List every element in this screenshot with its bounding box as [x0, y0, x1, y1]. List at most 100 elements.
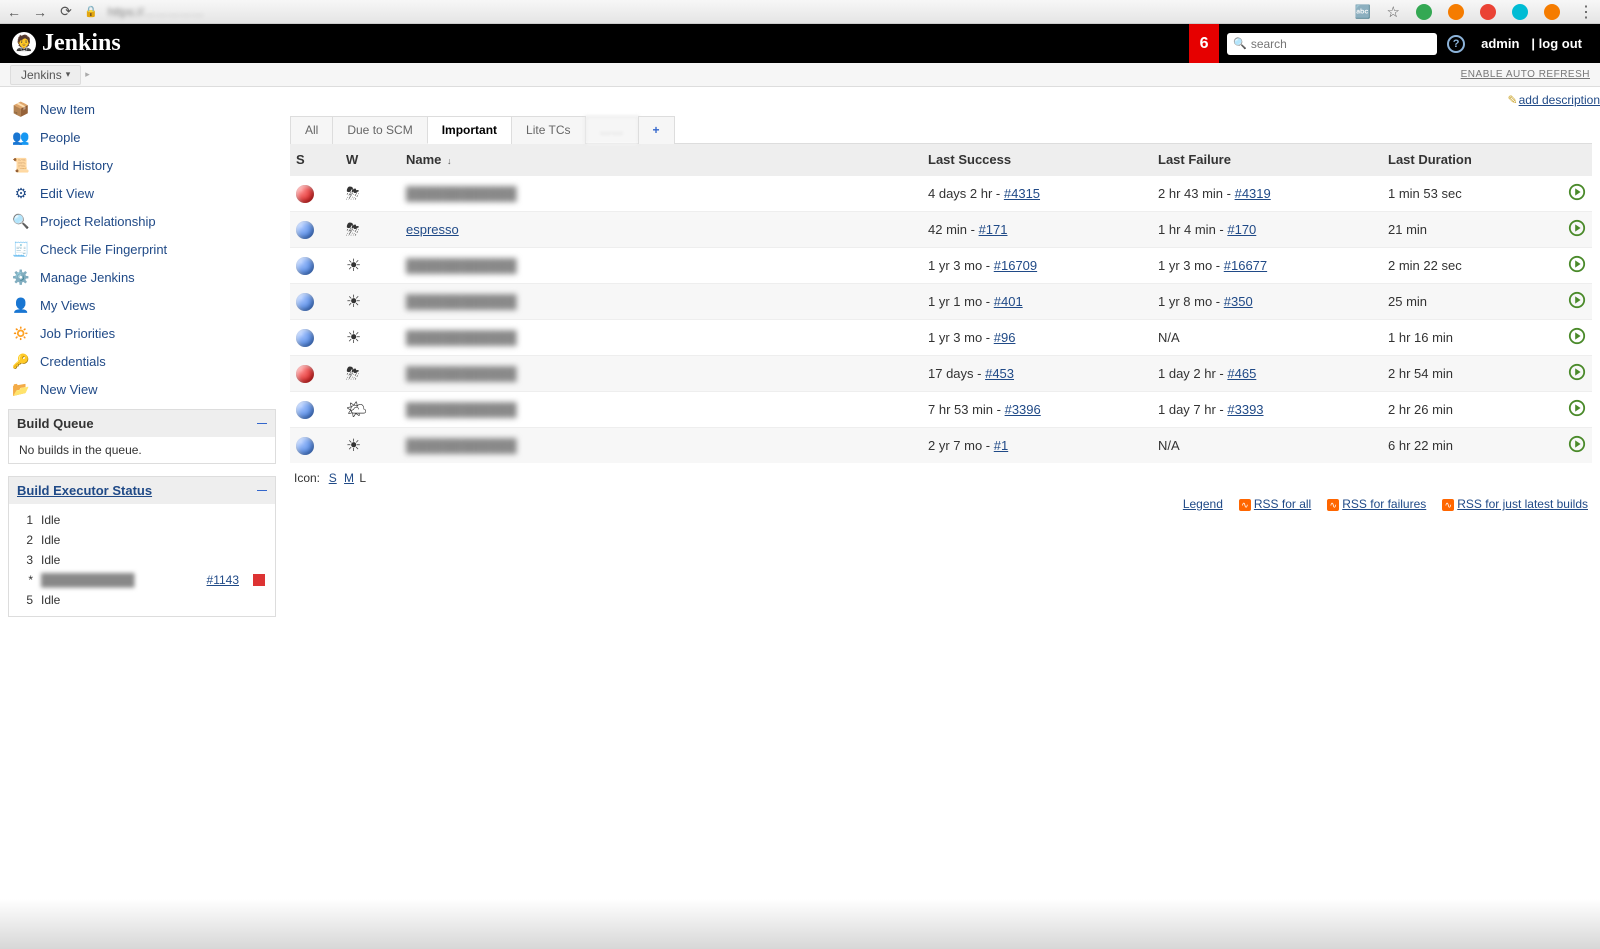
- profile-avatar-icon[interactable]: [1544, 4, 1560, 20]
- build-link[interactable]: #3396: [1005, 402, 1041, 417]
- schedule-build-icon[interactable]: [1568, 255, 1586, 273]
- schedule-build-icon[interactable]: [1568, 291, 1586, 309]
- col-last-failure[interactable]: Last Failure: [1152, 144, 1382, 176]
- build-link[interactable]: #16677: [1224, 258, 1267, 273]
- build-link[interactable]: #401: [994, 294, 1023, 309]
- collapse-icon[interactable]: —: [257, 418, 267, 429]
- status-orb-red: [296, 185, 314, 203]
- alerts-badge[interactable]: 6: [1189, 24, 1219, 63]
- extension-icon[interactable]: [1416, 4, 1432, 20]
- sidebar-item[interactable]: 🔍Project Relationship: [8, 207, 282, 235]
- col-name[interactable]: Name ↓: [400, 144, 922, 176]
- build-link[interactable]: #1: [994, 438, 1008, 453]
- auto-refresh-link[interactable]: ENABLE AUTO REFRESH: [1461, 69, 1590, 80]
- forward-icon[interactable]: →: [32, 4, 48, 20]
- sidebar-item[interactable]: 🔑Credentials: [8, 347, 282, 375]
- job-name-blurred[interactable]: ████████████: [406, 186, 517, 201]
- build-link[interactable]: #171: [979, 222, 1008, 237]
- reload-icon[interactable]: ⟳: [58, 3, 74, 20]
- icon-size-s[interactable]: S: [329, 471, 337, 485]
- sidebar-item[interactable]: ⚙️Manage Jenkins: [8, 263, 282, 291]
- build-link[interactable]: #453: [985, 366, 1014, 381]
- job-name-blurred[interactable]: ████████████: [406, 366, 517, 381]
- schedule-build-icon[interactable]: [1568, 435, 1586, 453]
- job-name-blurred[interactable]: ████████████: [406, 294, 517, 309]
- sidebar-item[interactable]: 🧾Check File Fingerprint: [8, 235, 282, 263]
- add-description[interactable]: ✎add description: [1508, 93, 1600, 107]
- schedule-build-icon[interactable]: [1568, 219, 1586, 237]
- sidebar-item[interactable]: ⚙Edit View: [8, 179, 282, 207]
- status-orb-blue: [296, 437, 314, 455]
- page-footer-shadow: [0, 899, 1600, 949]
- search-input[interactable]: [1251, 37, 1431, 51]
- breadcrumb-root[interactable]: Jenkins ▾: [10, 65, 81, 85]
- rss-failures-link[interactable]: RSS for failures: [1342, 497, 1426, 511]
- job-name-link[interactable]: espresso: [406, 222, 459, 237]
- browser-menu-icon[interactable]: ⋮: [1578, 2, 1594, 22]
- col-status[interactable]: S: [290, 144, 340, 176]
- executor-title[interactable]: Build Executor Status: [17, 483, 152, 498]
- chevron-down-icon: ▾: [66, 69, 71, 80]
- build-link[interactable]: #350: [1224, 294, 1253, 309]
- status-orb-blue: [296, 401, 314, 419]
- job-name-blurred[interactable]: ████████████: [406, 258, 517, 273]
- build-link[interactable]: #3393: [1227, 402, 1263, 417]
- extension-icon[interactable]: [1448, 4, 1464, 20]
- translate-icon[interactable]: 🔤: [1355, 4, 1371, 20]
- build-link[interactable]: #96: [994, 330, 1016, 345]
- executor-build-link[interactable]: #1143: [207, 573, 239, 587]
- job-name-blurred[interactable]: ████████████: [406, 330, 517, 345]
- view-tab[interactable]: Important: [427, 116, 512, 144]
- schedule-build-icon[interactable]: [1568, 363, 1586, 381]
- col-last-success[interactable]: Last Success: [922, 144, 1152, 176]
- extension-icon[interactable]: [1480, 4, 1496, 20]
- extension-icon[interactable]: [1512, 4, 1528, 20]
- add-description-link[interactable]: add description: [1519, 93, 1600, 107]
- view-tab[interactable]: ……: [585, 116, 639, 144]
- back-icon[interactable]: ←: [6, 4, 22, 20]
- icon-size-m[interactable]: M: [344, 471, 354, 485]
- build-link[interactable]: #4315: [1004, 186, 1040, 201]
- tab-add[interactable]: +: [638, 116, 675, 144]
- sidebar-item[interactable]: 📂New View: [8, 375, 282, 403]
- schedule-build-icon[interactable]: [1568, 183, 1586, 201]
- jenkins-logo[interactable]: 🤵 Jenkins: [12, 30, 121, 57]
- sidebar-item-label: My Views: [40, 298, 95, 313]
- help-icon[interactable]: ?: [1447, 35, 1465, 53]
- legend-link[interactable]: Legend: [1183, 497, 1223, 511]
- collapse-icon[interactable]: —: [257, 485, 267, 496]
- job-row: ☀████████████1 yr 3 mo - #96N/A1 hr 16 m…: [290, 320, 1592, 356]
- rss-all-link[interactable]: RSS for all: [1254, 497, 1311, 511]
- url-text: https://……………: [108, 5, 204, 19]
- build-queue-title: Build Queue: [17, 416, 94, 431]
- sidebar-item[interactable]: 👤My Views: [8, 291, 282, 319]
- build-link[interactable]: #465: [1227, 366, 1256, 381]
- bookmark-icon[interactable]: ☆: [1387, 3, 1400, 21]
- col-weather[interactable]: W: [340, 144, 400, 176]
- view-tab[interactable]: All: [290, 116, 333, 144]
- weather-icon: ⛈: [346, 364, 360, 383]
- view-tab[interactable]: Lite TCs: [511, 116, 585, 144]
- sidebar-item[interactable]: 🔅Job Priorities: [8, 319, 282, 347]
- col-last-duration[interactable]: Last Duration: [1382, 144, 1542, 176]
- sidebar-item[interactable]: 📦New Item: [8, 95, 282, 123]
- sidebar-item-label: New Item: [40, 102, 95, 117]
- build-link[interactable]: #4319: [1235, 186, 1271, 201]
- job-name-blurred[interactable]: ████████████: [406, 402, 517, 417]
- build-link[interactable]: #16709: [994, 258, 1037, 273]
- sidebar-item[interactable]: 📜Build History: [8, 151, 282, 179]
- logout-link[interactable]: | log out: [1531, 36, 1582, 51]
- search-box[interactable]: 🔍: [1227, 33, 1437, 55]
- rss-latest-link[interactable]: RSS for just latest builds: [1457, 497, 1588, 511]
- schedule-build-icon[interactable]: [1568, 327, 1586, 345]
- sidebar-item-label: People: [40, 130, 80, 145]
- job-name-blurred[interactable]: ████████████: [406, 438, 517, 453]
- view-tab[interactable]: Due to SCM: [332, 116, 427, 144]
- sidebar-item-icon: 🔅: [12, 324, 30, 342]
- schedule-build-icon[interactable]: [1568, 399, 1586, 417]
- build-link[interactable]: #170: [1227, 222, 1256, 237]
- status-orb-blue: [296, 257, 314, 275]
- stop-build-icon[interactable]: [253, 574, 265, 586]
- sidebar-item[interactable]: 👥People: [8, 123, 282, 151]
- user-link[interactable]: admin: [1481, 36, 1519, 51]
